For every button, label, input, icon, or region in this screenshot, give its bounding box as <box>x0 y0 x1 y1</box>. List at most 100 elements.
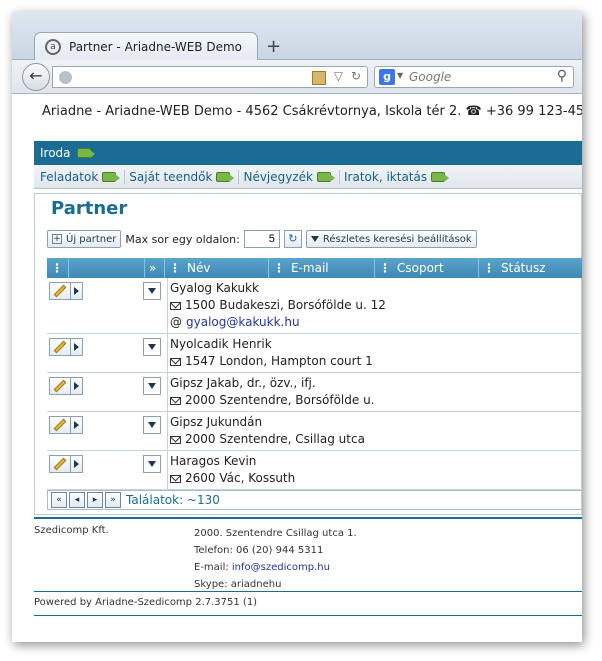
column-header-email[interactable]: ⋮ E-mail <box>269 258 375 278</box>
partner-name: Nyolcadik Henrik <box>170 337 272 351</box>
column-spacer <box>69 258 145 278</box>
table-row[interactable]: Nyolcadik Henrik 1547 London, Hampton co… <box>47 334 582 373</box>
row-content: Gyalog Kakukk 1500 Budakeszi, Borsófölde… <box>167 278 582 333</box>
results-count: Találatok: ~130 <box>126 493 220 507</box>
browser-tab[interactable]: a Partner - Ariadne-WEB Demo <box>34 32 258 60</box>
envelope-icon <box>170 435 181 444</box>
footer-divider <box>34 517 582 519</box>
nav-arrow-icon[interactable] <box>76 148 95 158</box>
row-menu-button[interactable] <box>143 282 161 300</box>
menu-label: Saját teendők <box>129 169 213 184</box>
new-tab-button[interactable]: + <box>266 38 281 56</box>
url-bar[interactable]: ▽ ↻ <box>52 66 368 88</box>
footer-email-label: E-mail: <box>194 562 232 573</box>
table-row[interactable]: Gyalog Kakukk 1500 Budakeszi, Borsófölde… <box>47 278 582 334</box>
expand-row-button[interactable] <box>71 377 83 395</box>
menu-label: Feladatok <box>40 169 99 184</box>
row-content: Gipsz Jukundán 2000 Szentendre, Csillag … <box>167 412 582 450</box>
expand-row-button[interactable] <box>71 282 83 300</box>
first-page-button[interactable]: « <box>51 492 67 508</box>
footer-phone: Telefon: 06 (20) 944 5311 <box>194 545 324 556</box>
prev-page-button[interactable]: ◂ <box>69 492 85 508</box>
column-header-nev[interactable]: ⋮ Név <box>165 258 269 278</box>
dropdown-triangle-icon <box>148 344 156 350</box>
top-nav: Iroda <box>34 141 582 165</box>
arrow-icon <box>431 171 450 182</box>
collapse-all-icon[interactable]: » <box>145 258 165 278</box>
footer-email-link[interactable]: info@szedicomp.hu <box>232 562 330 573</box>
footer-powered-by: Powered by Ariadne-Szedicomp 2.7.3751 (1… <box>34 597 258 608</box>
ariadne-favicon-icon: a <box>45 38 61 55</box>
footer-contact: 2000. Szentendre Csillag utca 1. Telefon… <box>194 525 357 593</box>
back-arrow-icon: ← <box>29 66 43 85</box>
expand-row-button[interactable] <box>71 338 83 356</box>
new-partner-button[interactable]: + Új partner <box>47 230 122 248</box>
expand-row-button[interactable] <box>71 455 83 473</box>
edit-button[interactable] <box>49 282 71 300</box>
row-menu-button[interactable] <box>143 377 161 395</box>
nav-bar: ← ▽ ↻ g ▼ Google ⚲ <box>12 60 582 94</box>
edit-button[interactable] <box>49 416 71 434</box>
next-page-button[interactable]: ▸ <box>87 492 103 508</box>
site-header-text: Ariadne - Ariadne-WEB Demo - 4562 Csákré… <box>42 104 582 119</box>
at-icon: @ <box>170 315 182 329</box>
column-header-csoport[interactable]: ⋮ Csoport <box>375 258 479 278</box>
google-icon[interactable]: g <box>379 69 395 85</box>
edit-button[interactable] <box>49 338 71 356</box>
column-header-statusz[interactable]: ⋮ Státusz <box>479 258 582 278</box>
refresh-icon[interactable]: ↻ <box>283 230 302 248</box>
row-content: Haragos Kevin 2600 Vác, Kossuth <box>167 451 582 489</box>
advanced-search-button[interactable]: Részletes keresési beállítások <box>305 230 477 248</box>
bookmark-icon[interactable] <box>311 71 326 85</box>
partner-name: Haragos Kevin <box>170 454 257 468</box>
row-menu-button[interactable] <box>143 416 161 434</box>
partner-email-link[interactable]: gyalog@kakukk.hu <box>186 314 300 331</box>
partner-grid: ⋮ » ⋮ Név ⋮ E-mail ⋮ Csoport ⋮ Státusz Gyalo… <box>47 258 582 490</box>
menu-label: Iratok, iktatás <box>344 169 428 184</box>
column-grip-icon[interactable]: ⋮ <box>47 258 69 278</box>
search-bar[interactable]: g ▼ Google ⚲ <box>374 66 574 88</box>
partner-address: 2000 Szentendre, Borsófölde u. <box>185 393 375 407</box>
dropdown-triangle-icon <box>148 461 156 467</box>
pager: « ◂ ▸ » Találatok: ~130 <box>47 490 582 510</box>
edit-button[interactable] <box>49 377 71 395</box>
table-row[interactable]: Haragos Kevin 2600 Vác, Kossuth <box>47 451 582 490</box>
menu-item-sajat-teendok[interactable]: Saját teendők <box>129 169 240 184</box>
envelope-icon <box>170 301 181 310</box>
page-content: Ariadne - Ariadne-WEB Demo - 4562 Csákré… <box>12 95 582 642</box>
footer-divider <box>34 591 582 592</box>
last-page-button[interactable]: » <box>105 492 121 508</box>
plus-icon: + <box>52 234 62 244</box>
edit-button[interactable] <box>49 455 71 473</box>
site-header: Ariadne - Ariadne-WEB Demo - 4562 Csákré… <box>12 95 582 137</box>
table-row[interactable]: Gipsz Jukundán 2000 Szentendre, Csillag … <box>47 412 582 451</box>
pencil-icon <box>53 418 67 432</box>
partner-name: Gipsz Jukundán <box>170 415 263 429</box>
menu-item-feladatok[interactable]: Feladatok <box>40 169 126 184</box>
nav-item-iroda[interactable]: Iroda <box>40 146 71 160</box>
max-rows-input[interactable] <box>243 230 280 248</box>
footer-divider <box>34 615 582 616</box>
expand-row-button[interactable] <box>71 416 83 434</box>
pencil-icon <box>53 379 67 393</box>
search-icon[interactable]: ⚲ <box>557 68 567 84</box>
envelope-icon <box>170 396 181 405</box>
search-engine-dropdown-icon[interactable]: ▼ <box>397 71 403 80</box>
back-button[interactable]: ← <box>22 63 50 91</box>
pencil-icon <box>53 457 67 471</box>
menu-item-iratok-iktatas[interactable]: Iratok, iktatás <box>344 170 453 184</box>
row-content: Nyolcadik Henrik 1547 London, Hampton co… <box>167 334 582 372</box>
partner-address: 1547 London, Hampton court 1 <box>185 354 373 368</box>
row-menu-button[interactable] <box>143 455 161 473</box>
pencil-icon <box>53 340 67 354</box>
partner-name: Gyalog Kakukk <box>170 281 259 295</box>
reload-icon[interactable]: ↻ <box>351 69 361 85</box>
dropdown-triangle-icon <box>310 236 319 242</box>
envelope-icon <box>170 357 181 366</box>
arrow-icon <box>102 171 121 182</box>
menu-item-nevjegyzek[interactable]: Névjegyzék <box>243 169 340 184</box>
table-row[interactable]: Gipsz Jakab, dr., özv., ifj. 2000 Szente… <box>47 373 582 412</box>
dropdown-arrow-icon[interactable]: ▽ <box>334 69 343 85</box>
row-menu-button[interactable] <box>143 338 161 356</box>
partner-address: 1500 Budakeszi, Borsófölde u. 12 <box>185 298 386 312</box>
